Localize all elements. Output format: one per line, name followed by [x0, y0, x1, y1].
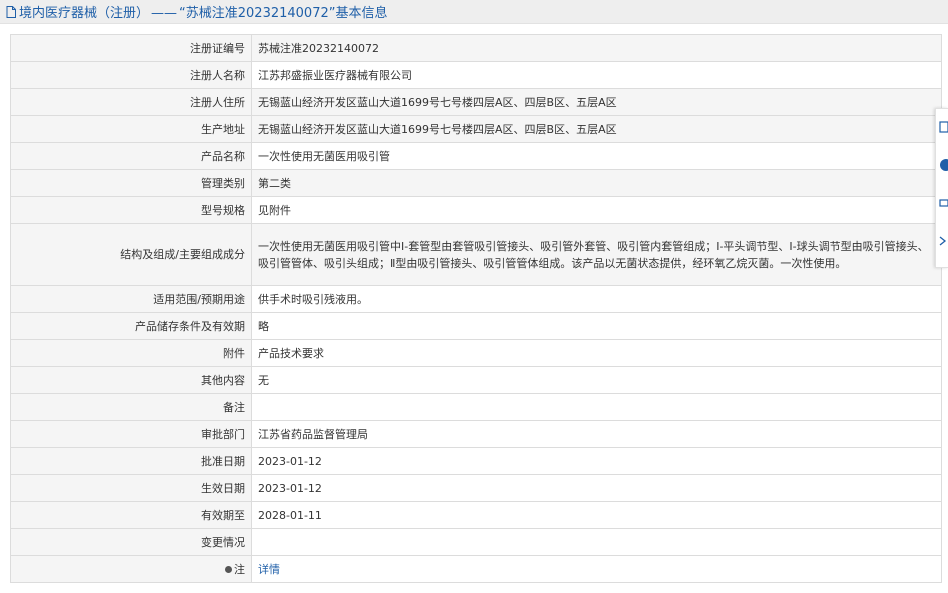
- table-row: 有效期至 2028-01-11: [10, 501, 942, 529]
- collapse-icon[interactable]: [939, 235, 948, 247]
- row-label: 批准日期: [10, 447, 252, 475]
- table-row: 注册人住所 无锡蓝山经济开发区蓝山大道1699号七号楼四层A区、四层B区、五层A区: [10, 88, 942, 116]
- floating-toolbar: [935, 108, 948, 268]
- table-row: 注册证编号 苏械注准20232140072: [10, 34, 942, 62]
- row-value: 2023-01-12: [251, 447, 942, 475]
- note-value-cell: 详情: [251, 555, 942, 583]
- table-row: 生效日期 2023-01-12: [10, 474, 942, 502]
- row-value: 第二类: [251, 169, 942, 197]
- row-value: 无锡蓝山经济开发区蓝山大道1699号七号楼四层A区、四层B区、五层A区: [251, 88, 942, 116]
- document-icon[interactable]: [939, 121, 948, 133]
- row-label: 生产地址: [10, 115, 252, 143]
- table-row: 型号规格 见附件: [10, 196, 942, 224]
- row-label: 附件: [10, 339, 252, 367]
- info-icon[interactable]: [939, 159, 948, 171]
- table-row: 管理类别 第二类: [10, 169, 942, 197]
- row-label: 其他内容: [10, 366, 252, 394]
- row-label: 注册人名称: [10, 61, 252, 89]
- table-row: 批准日期 2023-01-12: [10, 447, 942, 475]
- table-row: 变更情况: [10, 528, 942, 556]
- row-value: 苏械注准20232140072: [251, 34, 942, 62]
- record-title: “苏械注准20232140072”基本信息: [179, 6, 388, 21]
- row-label: 型号规格: [10, 196, 252, 224]
- row-value: 供手术时吸引残液用。: [251, 285, 942, 313]
- row-label: 产品名称: [10, 142, 252, 170]
- row-value: [251, 528, 942, 556]
- page-title: 境内医疗器械（注册） —— “苏械注准20232140072”基本信息: [19, 2, 387, 21]
- row-label: 变更情况: [10, 528, 252, 556]
- note-label-cell: 注: [10, 555, 252, 583]
- row-value: 一次性使用无菌医用吸引管中Ⅰ-套管型由套管吸引管接头、吸引管外套管、吸引管内套管…: [251, 223, 942, 286]
- document-icon: [6, 5, 16, 18]
- table-row: 备注: [10, 393, 942, 421]
- row-label: 适用范围/预期用途: [10, 285, 252, 313]
- print-icon[interactable]: [939, 197, 948, 209]
- row-label: 有效期至: [10, 501, 252, 529]
- row-value: 2023-01-12: [251, 474, 942, 502]
- row-value: 江苏省药品监督管理局: [251, 420, 942, 448]
- table-row: 产品名称 一次性使用无菌医用吸引管: [10, 142, 942, 170]
- table-row: 注册人名称 江苏邦盛振业医疗器械有限公司: [10, 61, 942, 89]
- row-label: 审批部门: [10, 420, 252, 448]
- page-header: 境内医疗器械（注册） —— “苏械注准20232140072”基本信息: [0, 0, 948, 24]
- table-row: 审批部门 江苏省药品监督管理局: [10, 420, 942, 448]
- row-label: 备注: [10, 393, 252, 421]
- row-label: 注册证编号: [10, 34, 252, 62]
- row-value: 江苏邦盛振业医疗器械有限公司: [251, 61, 942, 89]
- row-value: 无锡蓝山经济开发区蓝山大道1699号七号楼四层A区、四层B区、五层A区: [251, 115, 942, 143]
- row-value: [251, 393, 942, 421]
- table-row: 适用范围/预期用途 供手术时吸引残液用。: [10, 285, 942, 313]
- row-value: 一次性使用无菌医用吸引管: [251, 142, 942, 170]
- row-label: 产品储存条件及有效期: [10, 312, 252, 340]
- table-row: 其他内容无: [10, 366, 942, 394]
- row-label: 管理类别: [10, 169, 252, 197]
- bullet-icon: [225, 566, 232, 573]
- row-label: 注册人住所: [10, 88, 252, 116]
- row-value: 产品技术要求: [251, 339, 942, 367]
- table-row: 产品储存条件及有效期略: [10, 312, 942, 340]
- title-separator: ——: [151, 6, 178, 21]
- row-label: 结构及组成/主要组成成分: [10, 223, 252, 286]
- note-row: 注 详情: [10, 555, 942, 583]
- row-value: 无: [251, 366, 942, 394]
- row-value: 2028-01-11: [251, 501, 942, 529]
- details-link[interactable]: 详情: [258, 563, 280, 576]
- note-label: 注: [234, 562, 245, 576]
- table-row: 附件 产品技术要求: [10, 339, 942, 367]
- info-table: 注册证编号 苏械注准20232140072 注册人名称 江苏邦盛振业医疗器械有限公司…: [10, 34, 942, 583]
- row-label: 生效日期: [10, 474, 252, 502]
- row-value: 见附件: [251, 196, 942, 224]
- row-value: 略: [251, 312, 942, 340]
- category-label: 境内医疗器械（注册）: [19, 6, 150, 21]
- table-row: 生产地址 无锡蓝山经济开发区蓝山大道1699号七号楼四层A区、四层B区、五层A区: [10, 115, 942, 143]
- table-row: 结构及组成/主要组成成分 一次性使用无菌医用吸引管中Ⅰ-套管型由套管吸引管接头、吸…: [10, 223, 942, 286]
